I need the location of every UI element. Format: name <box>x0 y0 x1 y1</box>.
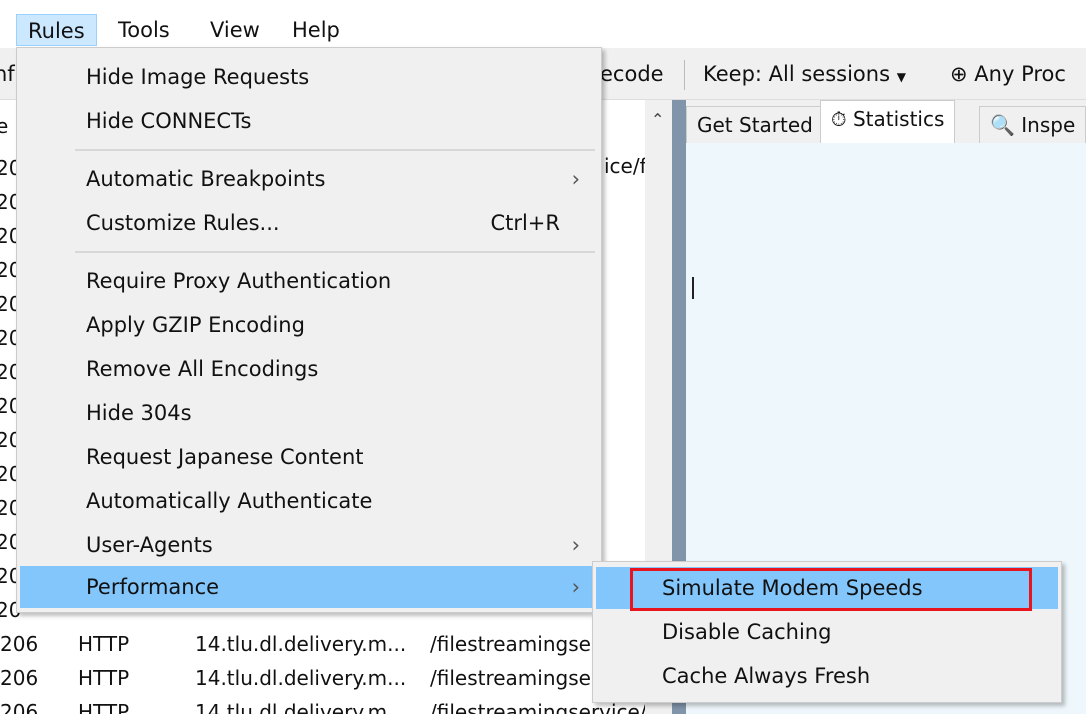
menu-tools[interactable]: Tools <box>107 14 181 46</box>
chevron-right-icon: › <box>571 533 580 557</box>
menu-item-hide-image-requests[interactable]: Hide Image Requests <box>20 56 598 98</box>
menu-help[interactable]: Help <box>281 14 351 46</box>
scroll-up-icon[interactable]: ⌃ <box>651 110 664 129</box>
toolbar-fragment[interactable]: nf <box>0 58 15 90</box>
menu-item-remove-all-encodings[interactable]: Remove All Encodings <box>20 348 598 390</box>
process-filter[interactable]: ⊕ Any Proc <box>950 58 1066 90</box>
menu-item-user-agents[interactable]: User-Agents › <box>20 524 598 566</box>
menu-bar: Rules Tools View Help <box>0 0 1086 48</box>
magnifier-icon: 🔍 <box>990 113 1015 137</box>
menu-view[interactable]: View <box>199 14 271 46</box>
menu-item-automatic-breakpoints[interactable]: Automatic Breakpoints › <box>20 158 598 200</box>
protocol-cell: HTTP <box>78 700 130 714</box>
tab-statistics[interactable]: ⏱ Statistics <box>820 100 956 144</box>
keep-label: Keep: All sessions <box>703 62 891 86</box>
table-row[interactable]: 206 HTTP 14.tlu.dl.delivery.m.../filestrea… <box>0 695 645 714</box>
annotation-highlight-box <box>630 568 1032 611</box>
shortcut-label: Ctrl+R <box>490 211 560 235</box>
menu-separator <box>75 251 595 253</box>
keep-sessions-dropdown[interactable]: Keep: All sessions ▼ <box>703 58 906 93</box>
menu-item-request-japanese-content[interactable]: Request Japanese Content <box>20 436 598 478</box>
menu-item-performance[interactable]: Performance › <box>20 566 598 608</box>
table-row[interactable]: 206 HTTP 14.tlu.dl.delivery.m... /filestrea… <box>0 661 645 695</box>
row-url-fragment: ice/f <box>604 154 645 178</box>
result-cell: 206 <box>0 632 39 656</box>
menu-item-label: Remove All Encodings <box>86 357 319 381</box>
menu-item-automatically-authenticate[interactable]: Automatically Authenticate <box>20 480 598 522</box>
stopwatch-icon: ⏱ <box>831 107 847 131</box>
menu-item-label: Require Proxy Authentication <box>86 269 392 293</box>
url-cell: /filestreamingser <box>430 666 600 690</box>
menu-item-label: Customize Rules... <box>86 211 280 235</box>
column-header-fragment: e <box>0 114 9 138</box>
crosshair-icon: ⊕ <box>950 62 968 86</box>
chevron-right-icon: › <box>571 575 580 599</box>
menu-separator <box>75 149 595 151</box>
menu-item-label: User-Agents <box>86 533 213 557</box>
dropdown-arrow-icon: ▼ <box>896 70 906 84</box>
menu-item-hide-304s[interactable]: Hide 304s <box>20 392 598 434</box>
menu-item-label: Cache Always Fresh <box>662 664 871 688</box>
menu-item-label: Request Japanese Content <box>86 445 364 469</box>
menu-item-apply-gzip-encoding[interactable]: Apply GZIP Encoding <box>20 304 598 346</box>
menu-item-require-proxy-authentication[interactable]: Require Proxy Authentication <box>20 260 598 302</box>
rules-menu: Hide Image Requests Hide CONNECTs Automati… <box>16 47 602 613</box>
text-cursor <box>692 277 694 299</box>
menu-item-label: Hide Image Requests <box>86 65 310 89</box>
host-cell: 14.tlu.dl.delivery.m... <box>195 632 407 656</box>
menu-item-label: Disable Caching <box>662 620 832 644</box>
table-row[interactable]: 206 HTTP 14.tlu.dl.delivery.m... /filestrea… <box>0 627 645 661</box>
tab-inspectors[interactable]: 🔍 Inspe <box>979 106 1086 144</box>
chevron-right-icon: › <box>571 167 580 191</box>
result-cell: 206 <box>0 666 39 690</box>
tab-get-started[interactable]: Get Started <box>686 106 824 144</box>
url-cell: /filestreamingser <box>430 632 600 656</box>
tab-label: Statistics <box>852 107 945 131</box>
menu-item-label: Performance <box>86 575 220 599</box>
submenu-item-disable-caching[interactable]: Disable Caching <box>596 611 1058 653</box>
menu-item-label: Hide CONNECTs <box>86 109 252 133</box>
menu-item-label: Apply GZIP Encoding <box>86 313 305 337</box>
menu-rules[interactable]: Rules <box>16 14 97 46</box>
protocol-cell: HTTP <box>78 632 130 656</box>
decode-button[interactable]: ecode <box>600 58 664 90</box>
menu-item-label: Automatic Breakpoints <box>86 167 326 191</box>
host-cell: 14.tlu.dl.delivery.m... <box>195 700 407 714</box>
menu-item-customize-rules[interactable]: Customize Rules... Ctrl+R <box>20 202 598 244</box>
host-cell: 14.tlu.dl.delivery.m... <box>195 666 407 690</box>
process-label: Any Proc <box>974 62 1066 86</box>
submenu-item-cache-always-fresh[interactable]: Cache Always Fresh <box>596 655 1058 697</box>
menu-item-label: Hide 304s <box>86 401 192 425</box>
toolbar-divider <box>684 60 685 90</box>
menu-item-label: Automatically Authenticate <box>86 489 373 513</box>
tab-label: Inspe <box>1021 113 1076 137</box>
result-cell: 206 <box>0 700 39 714</box>
protocol-cell: HTTP <box>78 666 130 690</box>
menu-item-hide-connects[interactable]: Hide CONNECTs <box>20 100 598 142</box>
